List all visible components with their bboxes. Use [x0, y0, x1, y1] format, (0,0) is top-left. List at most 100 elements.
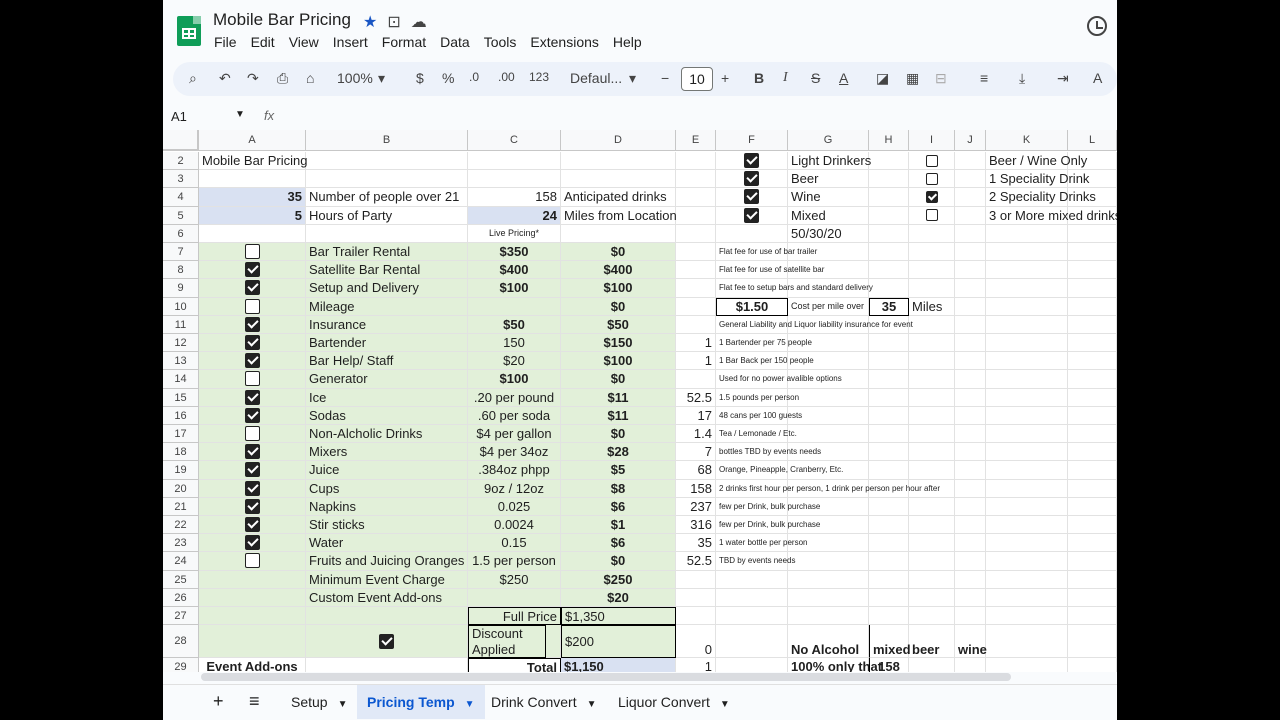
item-checkbox[interactable] — [244, 353, 260, 369]
menu-help[interactable]: Help — [613, 34, 642, 50]
drink-type-checkbox[interactable] — [744, 207, 759, 223]
grid-cell[interactable] — [955, 206, 986, 225]
grid-cell[interactable] — [909, 370, 955, 389]
item-total[interactable]: $1 — [561, 516, 676, 535]
row-header-7[interactable]: 7 — [163, 243, 199, 262]
grid-cell[interactable] — [869, 497, 909, 516]
chevron-down-icon[interactable]: ▼ — [465, 699, 475, 710]
grid-cell[interactable] — [788, 552, 869, 571]
grid-cell[interactable] — [986, 658, 1068, 672]
grid-cell[interactable] — [199, 224, 306, 243]
item-unit-price[interactable]: 150 — [468, 334, 561, 353]
sheets-logo-icon[interactable] — [177, 16, 201, 46]
grid-cell[interactable] — [909, 243, 955, 262]
item-checkbox-cell[interactable] — [199, 279, 306, 298]
grid-cell[interactable] — [955, 570, 986, 589]
grid-cell[interactable] — [909, 334, 955, 353]
item-checkbox[interactable] — [244, 371, 260, 387]
column-header-h[interactable]: H — [869, 130, 909, 151]
grid-cell[interactable] — [468, 152, 561, 171]
spreadsheet-grid[interactable]: A B C D E F G H I J K L 2 3 4 5 6 7 8 9 10 11 12 13 14 15 16 17 18 19… — [163, 130, 1117, 672]
cell-g6[interactable]: 50/30/20 — [788, 224, 869, 243]
cell-g4[interactable]: Wine — [788, 188, 869, 207]
column-header-k[interactable]: K — [986, 130, 1068, 151]
grid-cell[interactable] — [788, 388, 869, 407]
star-icon[interactable]: ★ — [363, 12, 377, 32]
grid-cell[interactable] — [986, 243, 1068, 262]
item-total[interactable]: $20 — [561, 588, 676, 607]
row-header-25[interactable]: 25 — [163, 570, 199, 589]
item-total[interactable]: $11 — [561, 388, 676, 407]
grid-cell[interactable] — [676, 370, 716, 389]
item-quantity[interactable]: 1 — [676, 352, 716, 371]
grid-cell[interactable] — [716, 607, 788, 626]
item-note[interactable]: 1 water bottle per person — [716, 534, 808, 553]
grid-cell[interactable] — [955, 461, 986, 480]
grid-cell[interactable] — [955, 425, 986, 444]
grid-cell[interactable] — [869, 243, 909, 262]
grid-cell[interactable] — [909, 588, 955, 607]
speciality-checkbox[interactable] — [925, 172, 938, 185]
grid-cell[interactable] — [869, 352, 909, 371]
grid-cell[interactable] — [1068, 315, 1117, 334]
grid-cell[interactable] — [986, 388, 1068, 407]
cell-k3[interactable]: 1 Speciality Drink — [986, 170, 1089, 189]
item-unit-price[interactable]: 9oz / 12oz — [468, 479, 561, 498]
cell-k2[interactable]: Beer / Wine Only — [986, 152, 1087, 171]
item-quantity[interactable]: 17 — [676, 406, 716, 425]
item-note[interactable]: 48 cans per 100 guests — [716, 406, 802, 425]
grid-cell[interactable] — [955, 334, 986, 353]
redo-icon[interactable]: ↷ — [247, 70, 259, 87]
item-checkbox-cell[interactable] — [199, 497, 306, 516]
item-total[interactable]: $0 — [561, 425, 676, 444]
item-quantity[interactable]: 35 — [676, 534, 716, 553]
grid-cell[interactable] — [909, 388, 955, 407]
grid-cell[interactable] — [676, 588, 716, 607]
item-name[interactable]: Satellite Bar Rental — [306, 261, 468, 280]
grid-cell[interactable] — [869, 588, 909, 607]
item-total[interactable]: $150 — [561, 334, 676, 353]
discount-checkbox-cell[interactable] — [306, 625, 468, 659]
grid-cell[interactable] — [869, 425, 909, 444]
grid-cell[interactable] — [909, 534, 955, 553]
sheet-tab-drink-convert[interactable]: Drink Convert ▼ — [481, 685, 607, 719]
item-checkbox[interactable] — [244, 244, 260, 260]
row-header-20[interactable]: 20 — [163, 479, 199, 498]
grid-cell[interactable] — [306, 170, 468, 189]
item-checkbox-cell[interactable] — [199, 479, 306, 498]
free-miles-value[interactable]: 35 — [869, 297, 909, 316]
grid-cell[interactable] — [909, 224, 955, 243]
grid-cell[interactable] — [955, 658, 986, 672]
align-vertical-icon[interactable]: ⤓ — [1019, 70, 1025, 87]
item-checkbox[interactable] — [244, 280, 260, 296]
grid-cell[interactable] — [986, 588, 1068, 607]
cell-e28[interactable]: 0 — [676, 625, 716, 659]
grid-cell[interactable] — [909, 497, 955, 516]
grid-cell[interactable] — [869, 534, 909, 553]
speciality-checkbox-cell[interactable] — [909, 188, 955, 207]
row-header-12[interactable]: 12 — [163, 334, 199, 353]
item-checkbox[interactable] — [244, 444, 260, 460]
item-name[interactable]: Cups — [306, 479, 468, 498]
row-header-13[interactable]: 13 — [163, 352, 199, 371]
speciality-checkbox-cell[interactable] — [909, 206, 955, 225]
grid-cell[interactable] — [909, 516, 955, 535]
row-header-14[interactable]: 14 — [163, 370, 199, 389]
item-note[interactable]: 2 drinks first hour per person, 1 drink … — [716, 479, 940, 498]
grid-cell[interactable] — [869, 206, 909, 225]
row-header-9[interactable]: 9 — [163, 279, 199, 298]
grid-cell[interactable] — [676, 170, 716, 189]
item-name[interactable]: Generator — [306, 370, 468, 389]
grid-cell[interactable] — [986, 443, 1068, 462]
item-unit-price[interactable]: $400 — [468, 261, 561, 280]
item-note[interactable]: Tea / Lemonade / Etc. — [716, 425, 797, 444]
grid-cell[interactable] — [716, 658, 788, 672]
item-quantity[interactable]: 52.5 — [676, 388, 716, 407]
grid-cell[interactable] — [986, 570, 1068, 589]
speciality-checkbox[interactable] — [925, 209, 938, 222]
item-total[interactable]: $0 — [561, 297, 676, 316]
grid-cell[interactable] — [955, 297, 986, 316]
row-header-2[interactable]: 2 — [163, 152, 199, 171]
item-note[interactable]: Flat fee to setup bars and standard deli… — [716, 279, 873, 298]
event-addons-label[interactable]: Event Add-ons — [199, 658, 306, 672]
